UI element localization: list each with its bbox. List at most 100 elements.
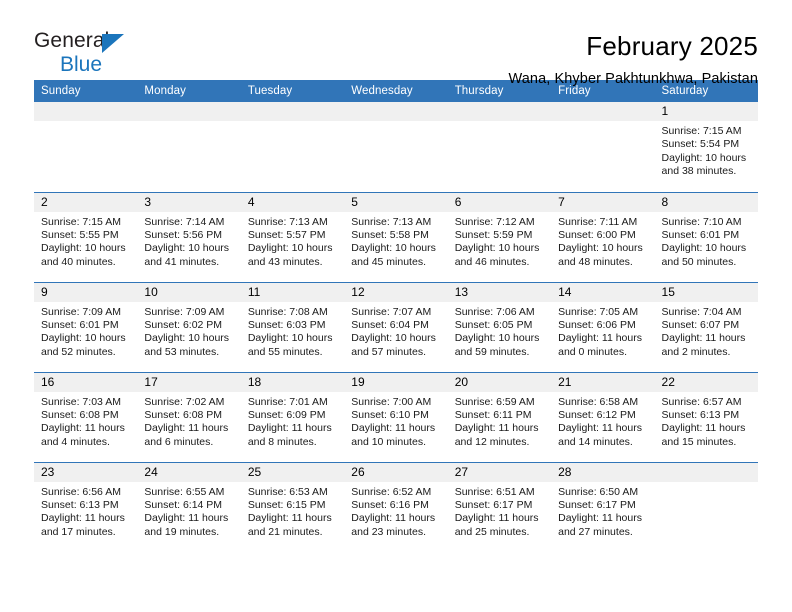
calendar-day-cell[interactable]: 22 Sunrise: 6:57 AM Sunset: 6:13 PM Dayligh…: [654, 371, 758, 462]
sunset-text: Sunset: 6:10 PM: [351, 408, 429, 421]
day-number: 2: [34, 192, 138, 212]
daylight-text-line2: and 27 minutes.: [558, 525, 633, 538]
calendar-day-cell[interactable]: 12 Sunrise: 7:07 AM Sunset: 6:04 PM Dayligh…: [344, 281, 448, 372]
calendar-day-cell[interactable]: 20 Sunrise: 6:59 AM Sunset: 6:11 PM Dayligh…: [447, 371, 552, 462]
day-sun-info: Sunrise: 7:09 AM Sunset: 6:02 PM Daylight:…: [137, 302, 240, 360]
daylight-text-line2: and 10 minutes.: [351, 435, 426, 448]
daylight-text-line2: and 6 minutes.: [144, 435, 214, 448]
daylight-text-line2: and 59 minutes.: [454, 345, 530, 358]
brand-logo[interactable]: General Blue: [34, 30, 154, 78]
daylight-text-line1: Daylight: 11 hours: [661, 422, 746, 435]
day-sun-info: Sunrise: 7:06 AM Sunset: 6:05 PM Daylight:…: [448, 302, 551, 360]
sunset-text: Sunset: 6:13 PM: [661, 408, 740, 421]
sunset-text: Sunset: 6:08 PM: [41, 408, 119, 421]
sunrise-text: Sunrise: 7:08 AM: [247, 305, 328, 318]
sunrise-text: Sunrise: 7:05 AM: [558, 305, 639, 318]
weekday-header-monday: Monday: [137, 80, 241, 102]
calendar-day-cell[interactable]: 8 Sunrise: 7:10 AM Sunset: 6:01 PM Daylight…: [654, 191, 758, 282]
day-number: 25: [240, 462, 345, 482]
daylight-text-line2: and 57 minutes.: [351, 345, 426, 358]
daylight-text-line1: Daylight: 11 hours: [351, 422, 436, 435]
sunset-text: Sunset: 6:01 PM: [41, 318, 119, 331]
daylight-text-line1: Daylight: 10 hours: [661, 242, 747, 255]
calendar-day-cell[interactable]: 6 Sunrise: 7:12 AM Sunset: 5:59 PM Daylight…: [447, 191, 552, 282]
calendar-day-cell[interactable]: 1 Sunrise: 7:15 AM Sunset: 5:54 PM Daylight…: [654, 102, 758, 192]
daylight-text-line1: Daylight: 10 hours: [454, 332, 540, 345]
day-number: 23: [34, 462, 138, 482]
sunrise-text: Sunrise: 6:58 AM: [558, 395, 639, 408]
calendar-day-cell[interactable]: 27 Sunrise: 6:51 AM Sunset: 6:17 PM Dayligh…: [447, 461, 552, 552]
sunrise-text: Sunrise: 7:15 AM: [661, 125, 742, 137]
daylight-text-line1: Daylight: 11 hours: [351, 512, 436, 525]
daylight-text-line2: and 55 minutes.: [247, 345, 323, 358]
daylight-text-line1: Daylight: 10 hours: [144, 242, 230, 255]
daylight-text-line2: and 40 minutes.: [41, 255, 116, 268]
sunrise-text: Sunrise: 7:13 AM: [247, 215, 328, 228]
calendar-day-cell[interactable]: 15 Sunrise: 7:04 AM Sunset: 6:07 PM Dayligh…: [654, 281, 758, 372]
daylight-text-line1: Daylight: 10 hours: [558, 242, 643, 255]
calendar-body: 1 Sunrise: 7:15 AM Sunset: 5:54 PM Daylight…: [34, 102, 758, 552]
sunset-text: Sunset: 6:17 PM: [454, 498, 533, 511]
calendar-day-cell[interactable]: 25 Sunrise: 6:53 AM Sunset: 6:15 PM Dayligh…: [240, 461, 345, 552]
calendar-day-cell[interactable]: 13 Sunrise: 7:06 AM Sunset: 6:05 PM Dayligh…: [447, 281, 552, 372]
day-number: 10: [137, 282, 241, 302]
calendar-day-cell[interactable]: 18 Sunrise: 7:01 AM Sunset: 6:09 PM Dayligh…: [240, 371, 345, 462]
calendar-day-cell[interactable]: 2 Sunrise: 7:15 AM Sunset: 5:55 PM Daylight…: [34, 191, 138, 282]
sunrise-text: Sunrise: 7:13 AM: [351, 215, 432, 228]
daylight-text-line2: and 52 minutes.: [41, 345, 116, 358]
brand-name-general: General: [34, 29, 110, 52]
calendar-day-cell[interactable]: 11 Sunrise: 7:08 AM Sunset: 6:03 PM Dayligh…: [240, 281, 345, 372]
sunrise-text: Sunrise: 7:09 AM: [144, 305, 225, 318]
calendar-day-cell[interactable]: 21 Sunrise: 6:58 AM Sunset: 6:12 PM Dayligh…: [551, 371, 655, 462]
day-number: [137, 102, 241, 121]
day-number: 19: [344, 372, 448, 392]
sunrise-text: Sunrise: 7:07 AM: [351, 305, 432, 318]
calendar-day-cell[interactable]: 7 Sunrise: 7:11 AM Sunset: 6:00 PM Daylight…: [551, 191, 655, 282]
sunset-text: Sunset: 6:13 PM: [41, 498, 119, 511]
calendar-day-cell[interactable]: 16 Sunrise: 7:03 AM Sunset: 6:08 PM Dayligh…: [34, 371, 138, 462]
day-number: 6: [447, 192, 552, 212]
day-sun-info: Sunrise: 6:57 AM Sunset: 6:13 PM Daylight:…: [655, 392, 758, 450]
day-number: 22: [654, 372, 758, 392]
calendar-day-cell[interactable]: 26 Sunrise: 6:52 AM Sunset: 6:16 PM Dayligh…: [344, 461, 448, 552]
sunset-text: Sunset: 6:12 PM: [558, 408, 636, 421]
sunset-text: Sunset: 6:00 PM: [558, 228, 636, 241]
daylight-text-line2: and 19 minutes.: [144, 525, 220, 538]
day-number: 16: [34, 372, 138, 392]
calendar-day-cell[interactable]: 19 Sunrise: 7:00 AM Sunset: 6:10 PM Dayligh…: [344, 371, 448, 462]
calendar-day-cell[interactable]: 3 Sunrise: 7:14 AM Sunset: 5:56 PM Daylight…: [137, 191, 241, 282]
calendar-day-cell[interactable]: 14 Sunrise: 7:05 AM Sunset: 6:06 PM Dayligh…: [551, 281, 655, 372]
daylight-text-line2: and 45 minutes.: [351, 255, 426, 268]
weekday-header-tuesday: Tuesday: [240, 80, 345, 102]
day-number: [240, 102, 345, 121]
calendar-day-cell[interactable]: 4 Sunrise: 7:13 AM Sunset: 5:57 PM Daylight…: [240, 191, 345, 282]
day-sun-info: Sunrise: 7:09 AM Sunset: 6:01 PM Daylight:…: [34, 302, 137, 360]
day-sun-info: Sunrise: 7:14 AM Sunset: 5:56 PM Daylight:…: [137, 212, 240, 270]
day-sun-info: Sunrise: 7:01 AM Sunset: 6:09 PM Daylight:…: [241, 392, 344, 450]
page-title: February 2025: [586, 31, 758, 61]
daylight-text-line1: Daylight: 11 hours: [41, 512, 125, 525]
day-number: 27: [447, 462, 552, 482]
calendar-day-cell[interactable]: 5 Sunrise: 7:13 AM Sunset: 5:58 PM Daylight…: [344, 191, 448, 282]
calendar-day-cell[interactable]: 28 Sunrise: 6:50 AM Sunset: 6:17 PM Dayligh…: [551, 461, 655, 552]
sunset-text: Sunset: 6:09 PM: [247, 408, 326, 421]
daylight-text-line1: Daylight: 11 hours: [144, 422, 229, 435]
calendar-day-cell[interactable]: 24 Sunrise: 6:55 AM Sunset: 6:14 PM Dayligh…: [137, 461, 241, 552]
calendar-day-cell-empty: [137, 102, 241, 192]
day-number: 17: [137, 372, 241, 392]
calendar-day-cell[interactable]: 23 Sunrise: 6:56 AM Sunset: 6:13 PM Dayligh…: [34, 461, 138, 552]
daylight-text-line1: Daylight: 10 hours: [41, 242, 126, 255]
daylight-text-line1: Daylight: 10 hours: [247, 242, 333, 255]
day-number: [654, 462, 758, 482]
day-number: 5: [344, 192, 448, 212]
daylight-text-line2: and 50 minutes.: [661, 255, 737, 268]
calendar-day-cell[interactable]: 9 Sunrise: 7:09 AM Sunset: 6:01 PM Daylight…: [34, 281, 138, 372]
day-sun-info: Sunrise: 7:12 AM Sunset: 5:59 PM Daylight:…: [448, 212, 551, 270]
sunrise-text: Sunrise: 7:02 AM: [144, 395, 225, 408]
sunrise-text: Sunrise: 7:00 AM: [351, 395, 432, 408]
calendar-day-cell[interactable]: 10 Sunrise: 7:09 AM Sunset: 6:02 PM Dayligh…: [137, 281, 241, 372]
sunset-text: Sunset: 5:59 PM: [454, 228, 533, 241]
day-sun-info: Sunrise: 6:59 AM Sunset: 6:11 PM Daylight:…: [448, 392, 551, 450]
calendar-day-cell[interactable]: 17 Sunrise: 7:02 AM Sunset: 6:08 PM Dayligh…: [137, 371, 241, 462]
daylight-text-line2: and 2 minutes.: [661, 345, 731, 358]
